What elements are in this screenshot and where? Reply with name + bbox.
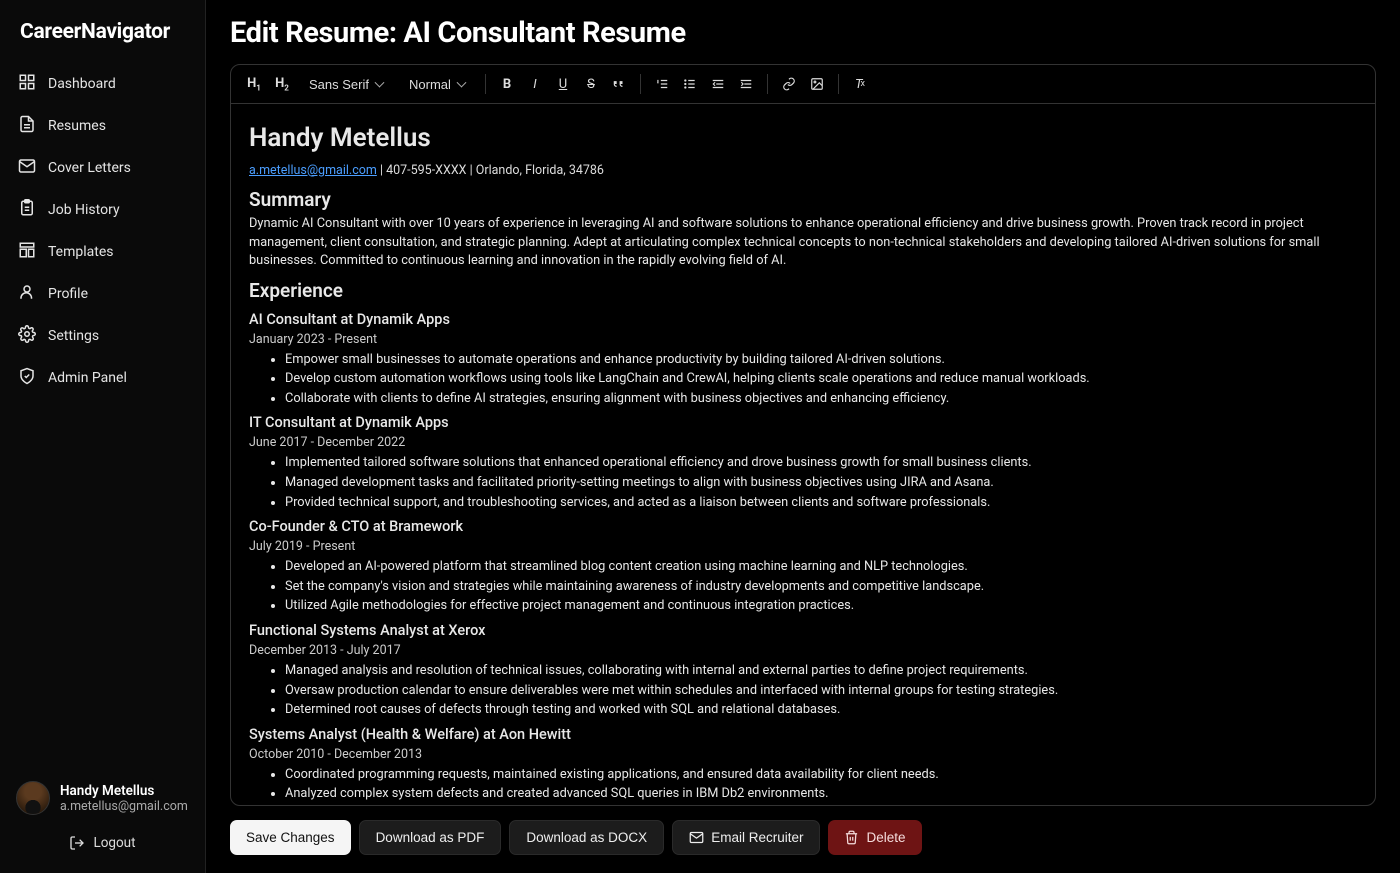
job-title: AI Consultant at Dynamik Apps (249, 309, 1357, 330)
avatar (16, 781, 50, 815)
job-bullet: Managed development tasks and facilitate… (285, 474, 1357, 493)
experience-heading: Experience (249, 277, 1357, 305)
editor-toolbar: H1 H2 Sans Serif Normal B I U S Tx (231, 65, 1375, 104)
job-dates: December 2013 - July 2017 (249, 642, 1357, 660)
sidebar-item-label: Admin Panel (48, 370, 127, 386)
editor-content[interactable]: Handy Metellus a.metellus@gmail.com | 407… (231, 104, 1375, 805)
editor-wrap: H1 H2 Sans Serif Normal B I U S Tx Handy… (230, 64, 1376, 806)
user-icon (18, 283, 36, 305)
summary-heading: Summary (249, 186, 1357, 214)
sidebar: CareerNavigator Dashboard Resumes Cover Le… (0, 0, 206, 873)
user-name: Handy Metellus (60, 783, 188, 799)
job-title: Co-Founder & CTO at Bramework (249, 516, 1357, 537)
resume-name: Handy Metellus (249, 120, 1357, 158)
download-pdf-button[interactable]: Download as PDF (359, 820, 502, 855)
job-bullet: Implemented tailored software solutions … (285, 454, 1357, 473)
job-bullets: Developed an AI-powered platform that st… (249, 558, 1357, 616)
dashboard-icon (18, 73, 36, 95)
email-recruiter-button[interactable]: Email Recruiter (672, 820, 820, 855)
sidebar-item-label: Templates (48, 244, 114, 260)
sidebar-item-admin-panel[interactable]: Admin Panel (8, 358, 197, 398)
link-button[interactable] (778, 73, 800, 95)
main: Edit Resume: AI Consultant Resume H1 H2 … (206, 0, 1400, 873)
resume-email-link[interactable]: a.metellus@gmail.com (249, 163, 377, 178)
job-bullets: Empower small businesses to automate ope… (249, 351, 1357, 409)
sidebar-item-label: Settings (48, 328, 99, 344)
ordered-list-button[interactable] (651, 73, 673, 95)
user-block[interactable]: Handy Metellus a.metellus@gmail.com (16, 781, 189, 815)
h2-button[interactable]: H2 (271, 73, 293, 95)
clear-format-button[interactable]: Tx (849, 73, 871, 95)
sidebar-item-settings[interactable]: Settings (8, 316, 197, 356)
underline-button[interactable]: U (552, 73, 574, 95)
job-title: Functional Systems Analyst at Xerox (249, 620, 1357, 641)
job-bullet: Managed analysis and resolution of techn… (285, 662, 1357, 681)
image-button[interactable] (806, 73, 828, 95)
font-select[interactable]: Sans Serif (305, 74, 387, 95)
job-bullets: Implemented tailored software solutions … (249, 454, 1357, 512)
logout-icon (69, 835, 85, 851)
download-docx-button[interactable]: Download as DOCX (509, 820, 664, 855)
job-title: IT Consultant at Dynamik Apps (249, 412, 1357, 433)
job-bullet: Collaborate with clients to define AI st… (285, 390, 1357, 409)
sidebar-item-label: Resumes (48, 118, 106, 134)
size-select[interactable]: Normal (405, 74, 469, 95)
clipboard-icon (18, 199, 36, 221)
brand: CareerNavigator (0, 16, 205, 64)
sidebar-item-label: Dashboard (48, 76, 116, 92)
file-icon (18, 115, 36, 137)
sidebar-item-label: Job History (48, 202, 120, 218)
templates-icon (18, 241, 36, 263)
sidebar-item-profile[interactable]: Profile (8, 274, 197, 314)
h1-button[interactable]: H1 (243, 73, 265, 95)
strike-button[interactable]: S (580, 73, 602, 95)
user-email: a.metellus@gmail.com (60, 799, 188, 814)
sidebar-item-templates[interactable]: Templates (8, 232, 197, 272)
job-bullet: Coordinated programming requests, mainta… (285, 766, 1357, 785)
bullet-list-button[interactable] (679, 73, 701, 95)
save-button[interactable]: Save Changes (230, 820, 351, 855)
sidebar-item-label: Profile (48, 286, 88, 302)
job-bullets: Coordinated programming requests, mainta… (249, 766, 1357, 805)
job-bullet: Empower small businesses to automate ope… (285, 351, 1357, 370)
sidebar-item-label: Cover Letters (48, 160, 131, 176)
mail-icon (18, 157, 36, 179)
job-bullets: Managed analysis and resolution of techn… (249, 662, 1357, 720)
job-bullet: Set the company's vision and strategies … (285, 578, 1357, 597)
resume-contact: a.metellus@gmail.com | 407-595-XXXX | Or… (249, 162, 1357, 180)
sidebar-item-job-history[interactable]: Job History (8, 190, 197, 230)
job-dates: June 2017 - December 2022 (249, 434, 1357, 452)
logout-label: Logout (93, 835, 135, 851)
job-dates: July 2019 - Present (249, 538, 1357, 556)
sidebar-item-cover-letters[interactable]: Cover Letters (8, 148, 197, 188)
job-bullet: Oversaw production calendar to ensure de… (285, 682, 1357, 701)
sidebar-footer: Handy Metellus a.metellus@gmail.com Logo… (0, 771, 205, 857)
italic-button[interactable]: I (524, 73, 546, 95)
delete-button[interactable]: Delete (828, 820, 921, 855)
job-bullet: Provided technical support, and troubles… (285, 494, 1357, 513)
job-bullet: Utilized Agile methodologies for effecti… (285, 597, 1357, 616)
job-dates: October 2010 - December 2013 (249, 746, 1357, 764)
sidebar-item-resumes[interactable]: Resumes (8, 106, 197, 146)
sidebar-nav: Dashboard Resumes Cover Letters Job History… (0, 64, 205, 771)
logout-button[interactable]: Logout (16, 829, 189, 857)
gear-icon (18, 325, 36, 347)
action-bar: Save Changes Download as PDF Download as… (230, 820, 1376, 855)
job-bullet: Develop custom automation workflows usin… (285, 370, 1357, 389)
outdent-button[interactable] (707, 73, 729, 95)
trash-icon (844, 830, 859, 845)
summary-text: Dynamic AI Consultant with over 10 years… (249, 215, 1357, 271)
mail-icon (689, 830, 704, 845)
sidebar-item-dashboard[interactable]: Dashboard (8, 64, 197, 104)
quote-button[interactable] (608, 73, 630, 95)
job-dates: January 2023 - Present (249, 331, 1357, 349)
job-bullet: Determined root causes of defects throug… (285, 701, 1357, 720)
shield-icon (18, 367, 36, 389)
indent-button[interactable] (735, 73, 757, 95)
bold-button[interactable]: B (496, 73, 518, 95)
job-title: Systems Analyst (Health & Welfare) at Ao… (249, 724, 1357, 745)
page-title: Edit Resume: AI Consultant Resume (230, 16, 1376, 50)
job-bullet: Developed an AI-powered platform that st… (285, 558, 1357, 577)
job-bullet: Analyzed complex system defects and crea… (285, 785, 1357, 804)
